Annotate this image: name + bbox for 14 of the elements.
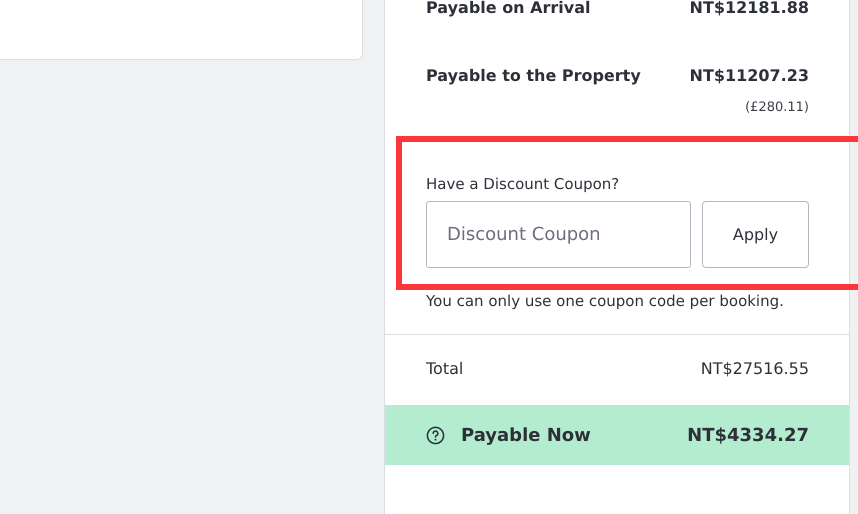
coupon-note: You can only use one coupon code per booking. bbox=[426, 291, 785, 312]
converted-amount: (£280.11) bbox=[744, 100, 809, 115]
line-amount: NT$11207.23 bbox=[690, 66, 809, 85]
line-label: Payable to the Property bbox=[426, 66, 641, 85]
line-amount: NT$12181.88 bbox=[690, 0, 809, 18]
help-icon[interactable] bbox=[426, 426, 445, 444]
coupon-label: Have a Discount Coupon? bbox=[426, 175, 620, 193]
total-amount: NT$27516.55 bbox=[700, 359, 809, 380]
line-label: Payable on Arrival bbox=[426, 0, 590, 18]
payable-now-label: Payable Now bbox=[461, 424, 591, 446]
apply-button[interactable]: Apply bbox=[702, 201, 809, 268]
total-label: Total bbox=[426, 359, 464, 380]
payable-now-amount: NT$4334.27 bbox=[687, 424, 809, 446]
coupon-field[interactable]: Discount Coupon bbox=[426, 201, 691, 268]
